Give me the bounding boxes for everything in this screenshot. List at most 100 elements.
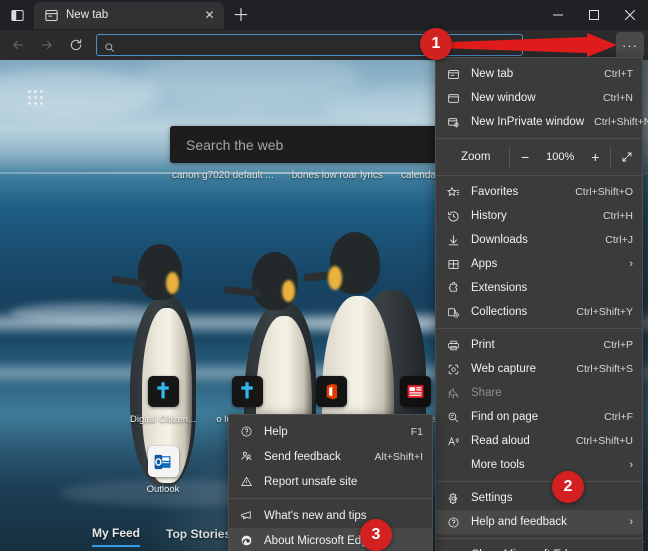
menu-item-label: Settings [471, 492, 513, 504]
whats-new-megaphone-icon [239, 508, 254, 523]
menu-item-accel: Ctrl+Shift+N [594, 116, 648, 128]
menu-item-help-and-feedback[interactable]: Help and feedback › [436, 510, 642, 534]
menu-item-new-tab[interactable]: New tab Ctrl+T [436, 62, 642, 86]
new-tab-favicon [44, 8, 59, 23]
browser-tab[interactable]: New tab ✕ [34, 1, 224, 29]
collections-icon [446, 305, 461, 320]
apps-grid-icon[interactable] [28, 90, 48, 110]
menu-item-accel: Ctrl+Shift+O [575, 186, 633, 198]
menu-item-label: Favorites [471, 186, 519, 198]
extensions-icon [446, 281, 461, 296]
menu-item-accel: Ctrl+Shift+S [576, 363, 633, 375]
chip-1[interactable]: bones low roar lyrics [292, 170, 383, 181]
menu-item-new-inprivate-window[interactable]: New InPrivate window Ctrl+Shift+N [436, 110, 648, 134]
new-tab-button[interactable]: ＋ [228, 2, 254, 28]
menu-item-new-window[interactable]: New window Ctrl+N [436, 86, 642, 110]
help-and-feedback-submenu: Help F1 Send feedback Alt+Shift+I Report… [228, 414, 433, 551]
submenu-item-label: Report unsafe site [264, 475, 358, 488]
zoom-label: Zoom [461, 151, 491, 163]
tab-search-icon[interactable] [0, 1, 34, 29]
annotation-badge-2: 2 [552, 471, 584, 503]
tile-digital-citizen[interactable]: ✝ Digital Citizen... [122, 372, 204, 442]
menu-item-accel: Ctrl+P [603, 339, 633, 351]
menu-item-label: Collections [471, 306, 528, 318]
web-capture-icon [446, 362, 461, 377]
menu-separator [436, 328, 642, 329]
menu-item-label: Web capture [471, 363, 536, 375]
menu-item-accel: Ctrl+T [604, 68, 633, 80]
edge-browser-window: Search the web canon g7020 default ... b… [0, 0, 648, 551]
tile-label: Digital Citizen... [130, 414, 196, 425]
chip-0[interactable]: canon g7020 default ... [172, 170, 274, 181]
favorites-star-icon [446, 185, 461, 200]
o-lume-digitala-icon: ✝ [231, 376, 263, 407]
menu-item-label: Extensions [471, 282, 528, 294]
digital-citizen-icon: ✝ [147, 376, 179, 407]
submenu-item-label: What's new and tips [264, 509, 367, 522]
menu-item-share: Share [436, 381, 642, 405]
submenu-item-send-feedback[interactable]: Send feedback Alt+Shift+I [229, 444, 432, 469]
minimize-button[interactable] [540, 0, 576, 30]
submenu-item-about-microsoft-edge[interactable]: About Microsoft Edge [229, 528, 432, 551]
new-tab-icon [446, 67, 461, 82]
tab-title: New tab [66, 9, 109, 21]
forward-arrow-icon[interactable] [33, 32, 61, 58]
feed-tab-my-feed[interactable]: My Feed [92, 526, 141, 547]
menu-item-history[interactable]: History Ctrl+H [436, 204, 642, 228]
help-circle-icon [446, 515, 461, 530]
refresh-icon[interactable] [62, 32, 90, 58]
feed-tab-top-stories[interactable]: Top Stories [166, 527, 231, 546]
close-icon[interactable]: ✕ [201, 7, 218, 24]
share-icon [446, 386, 461, 401]
tile-glyph: ✝ [154, 380, 172, 403]
submenu-item-help[interactable]: Help F1 [229, 419, 432, 444]
menu-zoom-row: Zoom − 100% + [436, 143, 642, 171]
edge-logo-icon [239, 533, 254, 548]
maximize-button[interactable] [576, 0, 612, 30]
menu-item-print[interactable]: Print Ctrl+P [436, 333, 642, 357]
downloads-icon [446, 233, 461, 248]
chevron-right-icon: › [629, 459, 633, 471]
menu-item-extensions[interactable]: Extensions [436, 276, 642, 300]
menu-item-web-capture[interactable]: Web capture Ctrl+Shift+S [436, 357, 642, 381]
menu-item-label: New window [471, 92, 536, 104]
menu-item-find-on-page[interactable]: Find on page Ctrl+F [436, 405, 642, 429]
search-icon [104, 40, 115, 52]
zoom-in-button[interactable]: + [580, 145, 610, 169]
more-ellipsis-icon[interactable]: ··· [616, 32, 644, 58]
fullscreen-icon[interactable] [611, 145, 642, 169]
zoom-out-button[interactable]: − [510, 145, 540, 169]
menu-separator [436, 138, 642, 139]
submenu-item-whats-new-and-tips[interactable]: What's new and tips [229, 503, 432, 528]
close-edge-icon-placeholder [446, 548, 461, 551]
menu-item-more-tools[interactable]: More tools › [436, 453, 642, 477]
settings-gear-icon [446, 491, 461, 506]
window-controls [540, 0, 648, 30]
menu-item-accel: Ctrl+Shift+U [575, 435, 633, 447]
close-button[interactable] [612, 0, 648, 30]
tile-outlook[interactable]: Outlook [122, 442, 204, 512]
menu-item-collections[interactable]: Collections Ctrl+Shift+Y [436, 300, 642, 324]
menu-item-settings[interactable]: Settings [436, 486, 642, 510]
zoom-level-value: 100% [546, 151, 575, 163]
menu-item-accel: Ctrl+N [602, 92, 633, 104]
menu-separator [436, 175, 642, 176]
menu-item-label: Find on page [471, 411, 539, 423]
apps-icon [446, 257, 461, 272]
menu-item-label: Read aloud [471, 435, 530, 447]
annotation-badge-3: 3 [360, 519, 392, 551]
help-circle-icon [239, 424, 254, 439]
back-arrow-icon[interactable] [4, 32, 32, 58]
read-aloud-icon [446, 434, 461, 449]
menu-item-apps[interactable]: Apps › [436, 252, 642, 276]
menu-item-accel: Ctrl+Shift+Y [576, 306, 633, 318]
menu-item-label: History [471, 210, 507, 222]
menu-item-read-aloud[interactable]: Read aloud Ctrl+Shift+U [436, 429, 642, 453]
menu-item-label: More tools [471, 459, 525, 471]
tile-glyph: ✝ [238, 380, 256, 403]
menu-item-favorites[interactable]: Favorites Ctrl+Shift+O [436, 180, 642, 204]
menu-item-downloads[interactable]: Downloads Ctrl+J [436, 228, 642, 252]
menu-item-close-microsoft-edge[interactable]: Close Microsoft Edge [436, 543, 642, 551]
submenu-item-report-unsafe-site[interactable]: Report unsafe site [229, 469, 432, 494]
chevron-right-icon: › [629, 258, 633, 270]
